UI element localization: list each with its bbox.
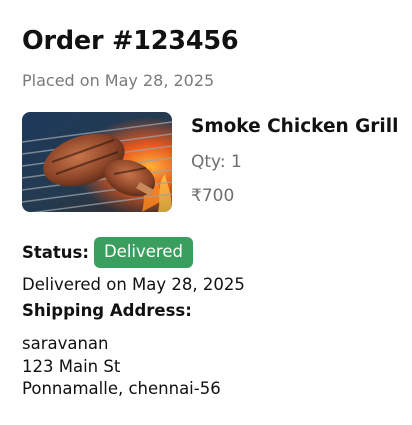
grilled-chicken-image	[22, 112, 172, 212]
item-price: ₹700	[191, 186, 235, 206]
delivered-date: Delivered on May 28, 2025	[22, 275, 245, 294]
order-item: Smoke Chicken Grill Qty: 1 ₹700	[22, 112, 412, 212]
order-placed-date: Placed on May 28, 2025	[22, 71, 215, 90]
shipping-address: saravanan 123 Main St Ponnamalle, chenna…	[22, 333, 221, 401]
item-name: Smoke Chicken Grill	[191, 116, 399, 137]
item-quantity: Qty: 1	[191, 152, 242, 172]
shipping-address-label: Shipping Address:	[22, 301, 192, 320]
order-title: Order #123456	[22, 26, 239, 56]
address-line-name: saravanan	[22, 334, 109, 353]
status-label: Status:	[22, 242, 89, 262]
address-line-city: Ponnamalle, chennai-56	[22, 379, 221, 398]
order-status: Status: Delivered	[22, 236, 193, 268]
status-badge: Delivered	[93, 236, 193, 268]
address-line-street: 123 Main St	[22, 356, 121, 376]
